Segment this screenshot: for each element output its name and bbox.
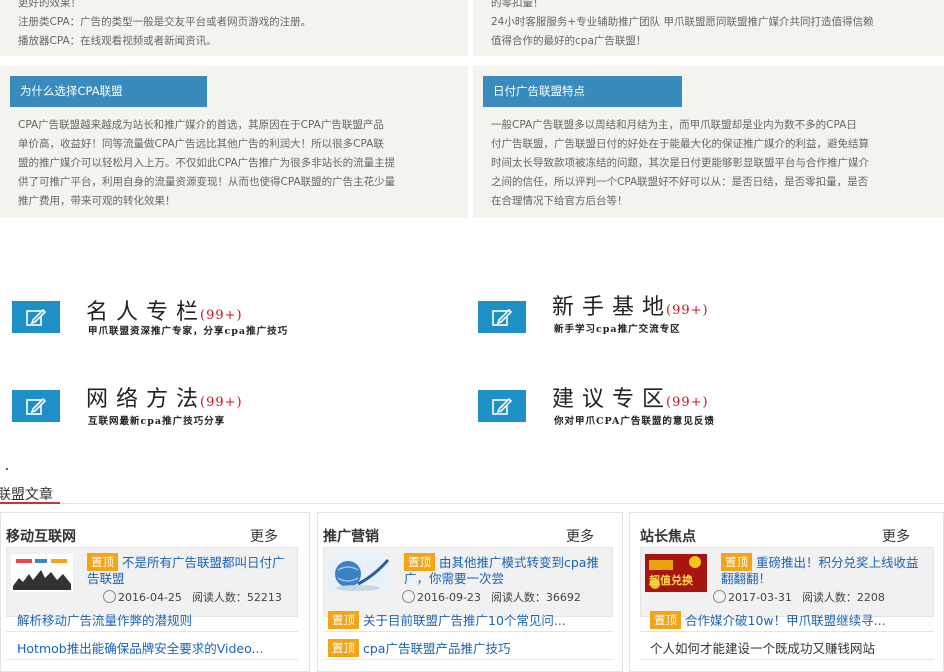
- row-divider: [640, 631, 934, 632]
- row-divider: [323, 631, 613, 632]
- column-mobile-internet: 移动互联网 更多 置顶 不是所有广告联盟都叫日付广告联盟 2016-04-25 阅读…: [0, 512, 310, 672]
- row-divider: [6, 659, 298, 660]
- top-right-line-2: 24小时客服服务+专业辅助推广团队 甲爪联盟愿同联盟推广媒介共同打造值得信赖: [491, 16, 874, 28]
- column-webmaster-focus: 站长焦点 更多 超值兑换 置顶 重磅推出！积分兑奖上线收益翻翻翻！ 2017-03…: [629, 512, 944, 672]
- row-divider: [323, 659, 613, 660]
- list-item-text[interactable]: Hotmob推出能确保品牌安全要求的Video...: [17, 641, 263, 656]
- more-link[interactable]: 更多: [250, 526, 278, 546]
- featured-article[interactable]: 置顶 不是所有广告联盟都叫日付广告联盟 2016-04-25 阅读人数：52213: [6, 547, 298, 617]
- forum-title: 建议专区: [552, 387, 673, 412]
- top-left-line-2: 注册类CPA：广告的类型一般是交友平台或者网页游戏的注册。: [18, 16, 312, 28]
- pinned-badge: 置顶: [404, 553, 435, 571]
- forum-count: (99+): [200, 395, 243, 410]
- column-title: 推广营销: [323, 529, 379, 545]
- list-item-text[interactable]: 个人如何才能建设一个既成功又赚钱网站: [650, 641, 875, 656]
- pinned-badge: 置顶: [721, 553, 752, 571]
- why-cpa-line-1: CPA广告联盟越来越成为站长和推广媒介的首选，其原因在于CPA广告联盟产品: [18, 119, 384, 131]
- clock-icon: [402, 590, 415, 603]
- why-cpa-line-2: 单价高，收益好！同等流量做CPA广告远比其他广告的利润大！所以很多CPA联: [18, 138, 384, 150]
- row-divider: [6, 631, 298, 632]
- why-cpa-panel: 为什么选择CPA联盟 CPA广告联盟越来越成为站长和推广媒介的首选，其原因在于C…: [0, 66, 468, 218]
- daily-pay-line-4: 之间的信任，所以评判一个CPA联盟好不好可以从：是否日结，是否零扣量，是否: [491, 176, 869, 188]
- column-title: 移动互联网: [6, 529, 76, 545]
- daily-pay-line-5: 在合理情况下给官方后台等！: [491, 195, 628, 207]
- list-item[interactable]: Hotmob推出能确保品牌安全要求的Video...: [11, 638, 301, 657]
- view-count: 阅读人数：52213: [191, 591, 282, 604]
- forum-desc: 互联网最新cpa推广技巧分享: [88, 416, 226, 427]
- forum-title: 名人专栏: [86, 300, 207, 325]
- article-date: 2016-04-25: [118, 591, 182, 604]
- forum-title: 网络方法: [86, 387, 207, 412]
- list-item[interactable]: 置顶 cpa广告联盟产品推广技巧: [328, 638, 618, 657]
- top-left-panel: 更好的效果！ 注册类CPA：广告的类型一般是交友平台或者网页游戏的注册。 播放器…: [0, 0, 468, 56]
- decorative-dot: [6, 468, 8, 470]
- pinned-badge: 置顶: [328, 611, 359, 629]
- forum-desc: 新手学习cpa推广交流专区: [554, 324, 681, 335]
- list-item-text[interactable]: 合作媒介破10w！甲爪联盟继续寻...: [685, 613, 886, 628]
- daily-pay-line-1: 一般CPA广告联盟多以周结和月结为主，而甲爪联盟却是业内为数不多的CPA日: [491, 119, 857, 131]
- daily-pay-line-3: 时间太长导致款项被冻结的问题，其次是日付更能够彰显联盟平台与合作推广媒介: [491, 157, 869, 169]
- column-marketing: 推广营销 更多 置顶 由其他推广模式转变到cpa推广，你需要一次尝 2016-09…: [317, 512, 623, 672]
- articles-section-title: 联盟文章: [0, 487, 53, 503]
- pinned-badge: 置顶: [650, 611, 681, 629]
- more-link[interactable]: 更多: [882, 526, 910, 546]
- section-divider: [60, 503, 944, 504]
- edit-icon: [478, 390, 526, 422]
- list-item-text[interactable]: 解析移动广告流量作弊的潜规则: [17, 613, 192, 628]
- clock-icon: [103, 590, 116, 603]
- list-item[interactable]: 置顶 关于目前联盟广告推广10个常见问...: [328, 610, 618, 629]
- edit-icon: [478, 301, 526, 333]
- top-right-line-3: 值得合作的最好的cpa广告联盟！: [491, 35, 647, 47]
- why-cpa-line-4: 供了可推广平台，利用自身的流量资源变现！从而也使得CPA联盟的广告主花少量: [18, 176, 396, 188]
- edit-icon: [12, 390, 60, 422]
- forum-desc: 甲爪联盟资深推广专家，分享cpa推广技巧: [88, 326, 289, 337]
- daily-pay-heading: 日付广告联盟特点: [483, 76, 682, 107]
- article-date: 2016-09-23: [417, 591, 481, 604]
- column-title: 站长焦点: [640, 529, 696, 545]
- top-left-line-3: 播放器CPA：在线观看视频或者新闻资讯。: [18, 35, 217, 47]
- thumbnail-caption: 超值兑换: [649, 574, 693, 587]
- row-divider: [640, 659, 934, 660]
- pinned-badge: 置顶: [87, 553, 118, 571]
- top-right-panel: 的零扣量！ 24小时客服服务+专业辅助推广团队 甲爪联盟愿同联盟推广媒介共同打造…: [473, 0, 944, 56]
- forum-title: 新手基地: [552, 295, 673, 320]
- article-date: 2017-03-31: [728, 591, 792, 604]
- article-thumbnail: 超值兑换: [645, 554, 707, 592]
- forum-count: (99+): [666, 303, 709, 318]
- forum-desc: 你对甲爪CPA广告联盟的意见反馈: [554, 416, 715, 427]
- why-cpa-line-5: 推广费用，带来可观的转化效果！: [18, 195, 176, 207]
- list-item-text[interactable]: cpa广告联盟产品推广技巧: [363, 641, 510, 656]
- pinned-badge: 置顶: [328, 639, 359, 657]
- why-cpa-line-3: 盟的推广媒介可以轻松月入上万。不仅如此CPA广告推广为很多非站长的流量主提: [18, 157, 396, 169]
- daily-pay-line-2: 付广告联盟，广告联盟日付的好处在于能最大化的保证推广媒介的利益，避免结算: [491, 138, 869, 150]
- featured-article[interactable]: 超值兑换 置顶 重磅推出！积分兑奖上线收益翻翻翻！ 2017-03-31 阅读人数：…: [640, 547, 934, 617]
- list-item-text[interactable]: 关于目前联盟广告推广10个常见问...: [363, 613, 566, 628]
- why-cpa-heading: 为什么选择CPA联盟: [10, 76, 207, 107]
- list-item[interactable]: 个人如何才能建设一个既成功又赚钱网站: [650, 638, 940, 657]
- forum-count: (99+): [200, 308, 243, 323]
- top-right-line-1: 的零扣量！: [491, 0, 544, 9]
- view-count: 阅读人数：2208: [801, 591, 885, 604]
- forum-count: (99+): [666, 395, 709, 410]
- section-underline: [0, 502, 60, 504]
- article-thumbnail: [11, 554, 73, 592]
- view-count: 阅读人数：36692: [490, 591, 581, 604]
- more-link[interactable]: 更多: [566, 526, 594, 546]
- article-thumbnail: [328, 554, 390, 592]
- list-item[interactable]: 置顶 合作媒介破10w！甲爪联盟继续寻...: [650, 610, 940, 629]
- clock-icon: [713, 590, 726, 603]
- daily-pay-panel: 日付广告联盟特点 一般CPA广告联盟多以周结和月结为主，而甲爪联盟却是业内为数不…: [473, 66, 944, 218]
- edit-icon: [12, 301, 60, 333]
- list-item[interactable]: 解析移动广告流量作弊的潜规则: [11, 610, 301, 629]
- featured-article[interactable]: 置顶 由其他推广模式转变到cpa推广，你需要一次尝 2016-09-23 阅读人数：…: [323, 547, 613, 617]
- top-left-line-1: 更好的效果！: [18, 0, 81, 9]
